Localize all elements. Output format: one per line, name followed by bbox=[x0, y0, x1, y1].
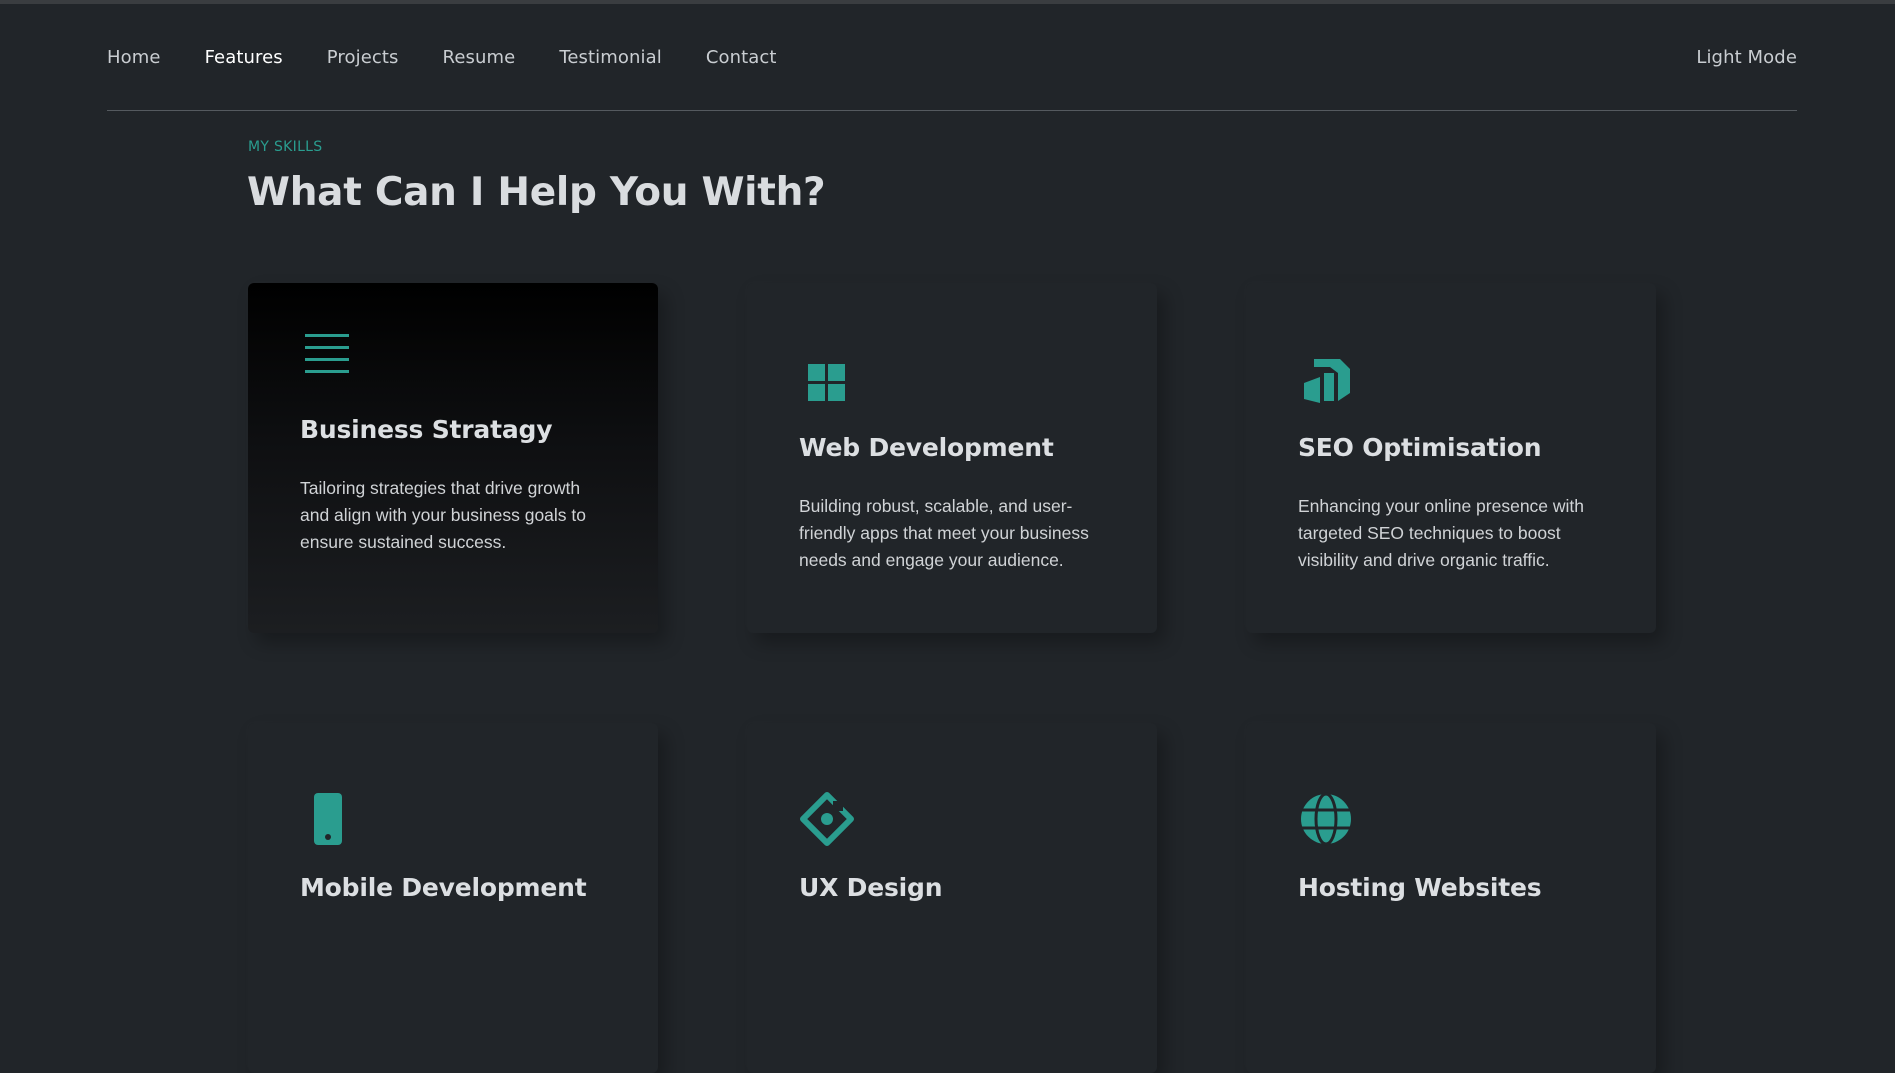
card-description: Enhancing your online presence with targ… bbox=[1298, 496, 1585, 570]
skill-card-seo-optimisation[interactable]: SEO Optimisation Enhancing your online p… bbox=[1246, 283, 1656, 633]
ux-diamond-icon bbox=[799, 791, 855, 847]
grid-squares-icon bbox=[799, 355, 855, 411]
mobile-phone-icon bbox=[300, 791, 356, 847]
section-heading: What Can I Help You With? bbox=[247, 170, 826, 215]
nav-link-testimonial[interactable]: Testimonial bbox=[559, 47, 662, 68]
browser-top-edge bbox=[0, 0, 1895, 4]
card-title: Business Stratagy bbox=[300, 415, 553, 444]
skill-card-web-development[interactable]: Web Development Building robust, scalabl… bbox=[747, 283, 1157, 633]
nav-link-contact[interactable]: Contact bbox=[706, 47, 777, 68]
skill-card-business-strategy[interactable]: Business Stratagy Tailoring strategies t… bbox=[248, 283, 658, 633]
skill-card-ux-design[interactable]: UX Design bbox=[747, 723, 1157, 1073]
nav-links: Home Features Projects Resume Testimonia… bbox=[107, 47, 777, 68]
skill-card-mobile-development[interactable]: Mobile Development bbox=[248, 723, 658, 1073]
section-eyebrow: MY SKILLS bbox=[248, 139, 323, 155]
nav-link-resume[interactable]: Resume bbox=[443, 47, 516, 68]
nav-link-projects[interactable]: Projects bbox=[327, 47, 399, 68]
menu-lines-icon bbox=[300, 325, 356, 381]
card-title: SEO Optimisation bbox=[1298, 433, 1542, 462]
card-title: Hosting Websites bbox=[1298, 873, 1542, 902]
skill-card-hosting-websites[interactable]: Hosting Websites bbox=[1246, 723, 1656, 1073]
card-title: UX Design bbox=[799, 873, 943, 902]
nav-link-features[interactable]: Features bbox=[205, 47, 283, 68]
light-mode-toggle[interactable]: Light Mode bbox=[1696, 47, 1797, 68]
card-description: Tailoring strategies that drive growth a… bbox=[300, 478, 587, 552]
card-title: Mobile Development bbox=[300, 873, 587, 902]
nav-link-home[interactable]: Home bbox=[107, 47, 161, 68]
card-title: Web Development bbox=[799, 433, 1054, 462]
globe-icon bbox=[1298, 791, 1354, 847]
nav-divider bbox=[107, 110, 1797, 111]
card-description: Building robust, scalable, and user-frie… bbox=[799, 496, 1089, 570]
top-navigation: Home Features Projects Resume Testimonia… bbox=[107, 42, 1797, 72]
seo-arrow-icon bbox=[1298, 351, 1354, 407]
